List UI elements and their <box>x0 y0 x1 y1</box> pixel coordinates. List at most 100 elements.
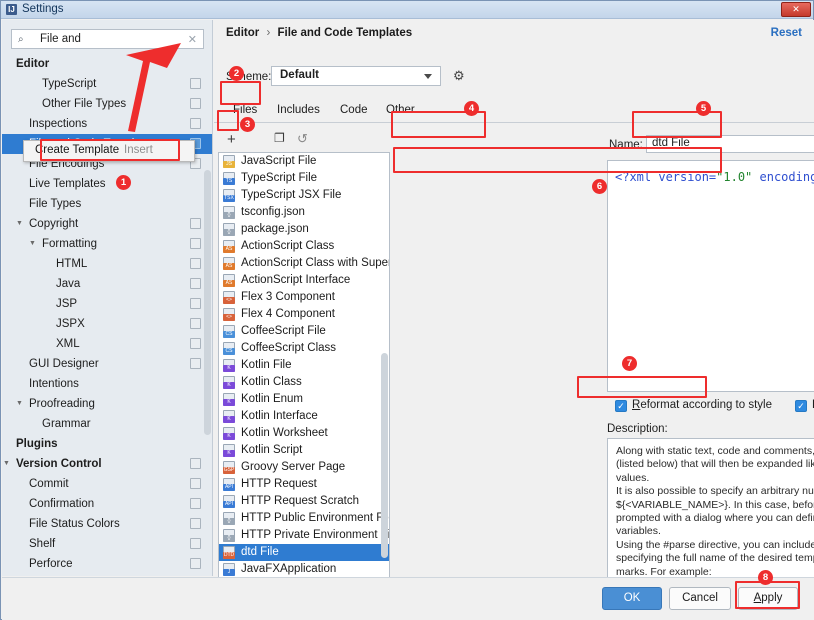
sidebar-item-file-status-colors[interactable]: File Status Colors <box>2 514 212 534</box>
file-type-badge-icon: TS <box>223 178 235 185</box>
list-item[interactable]: CS CoffeeScript File <box>219 323 389 340</box>
copy-settings-icon[interactable] <box>190 238 201 249</box>
copy-settings-icon[interactable] <box>190 518 201 529</box>
list-item[interactable]: {} HTTP Private Environment File <box>219 527 389 544</box>
annotation-arrow-search <box>126 43 181 132</box>
breadcrumb-parent[interactable]: Editor <box>226 27 259 39</box>
list-item[interactable]: TSX TypeScript JSX File <box>219 187 389 204</box>
copy-settings-icon[interactable] <box>190 558 201 569</box>
reset-link[interactable]: Reset <box>771 27 802 39</box>
list-item[interactable]: API HTTP Request Scratch <box>219 493 389 510</box>
sidebar-item-shelf[interactable]: Shelf <box>2 534 212 554</box>
copy-settings-icon[interactable] <box>190 338 201 349</box>
live-templates-checkbox[interactable]: ✓ <box>795 400 807 412</box>
sidebar-item-label: File Status Colors <box>29 518 120 530</box>
list-item[interactable]: AS ActionScript Class <box>219 238 389 255</box>
list-item[interactable]: K Kotlin Worksheet <box>219 425 389 442</box>
list-item-label: Flex 4 Component <box>241 308 335 320</box>
list-item-label: JavaFXApplication <box>241 563 337 575</box>
sidebar-item-intentions[interactable]: Intentions <box>2 374 212 394</box>
sidebar-item-confirmation[interactable]: Confirmation <box>2 494 212 514</box>
reformat-checkbox[interactable]: ✓ <box>615 400 627 412</box>
sidebar-item-file-types[interactable]: File Types <box>2 194 212 214</box>
copy-settings-icon[interactable] <box>190 258 201 269</box>
list-item[interactable]: {} package.json <box>219 221 389 238</box>
sidebar-item-formatting[interactable]: ▼ Formatting <box>2 234 212 254</box>
chevron-down-icon[interactable]: ▼ <box>3 454 10 474</box>
list-item[interactable]: K Kotlin Script <box>219 442 389 459</box>
list-item-label: Groovy Server Page <box>241 461 346 473</box>
sidebar-item-live-templates[interactable]: Live Templates <box>2 174 212 194</box>
template-list[interactable]: JS JavaScript File TS TypeScript File TSX Typ… <box>218 152 390 590</box>
copy-settings-icon[interactable] <box>190 218 201 229</box>
list-item[interactable]: CS CoffeeScript Class <box>219 340 389 357</box>
template-code-editor[interactable]: <?xml version="1.0" encoding="UTF-8"?> <box>607 160 814 392</box>
gear-icon[interactable]: ⚙ <box>453 68 468 83</box>
list-item[interactable]: AS ActionScript Class with Supers <box>219 255 389 272</box>
plus-icon[interactable]: + <box>227 131 236 148</box>
sidebar-item-html[interactable]: HTML <box>2 254 212 274</box>
list-item[interactable]: JS JavaScript File <box>219 153 389 170</box>
file-type-badge-icon: GSP <box>223 467 235 474</box>
file-type-badge-icon: K <box>223 399 235 406</box>
sidebar-item-copyright[interactable]: ▼ Copyright <box>2 214 212 234</box>
description-box[interactable]: Along with static text, code and comment… <box>607 438 814 590</box>
copy-icon[interactable]: ❐ <box>274 131 285 145</box>
list-item[interactable]: GSP Groovy Server Page <box>219 459 389 476</box>
sidebar-item-label: Intentions <box>29 378 79 390</box>
sidebar-item-gui-designer[interactable]: GUI Designer <box>2 354 212 374</box>
undo-icon[interactable]: ↺ <box>297 131 308 147</box>
chevron-down-icon[interactable]: ▼ <box>16 214 23 234</box>
sidebar-item-version-control[interactable]: ▼ Version Control <box>2 454 212 474</box>
copy-settings-icon[interactable] <box>190 318 201 329</box>
copy-settings-icon[interactable] <box>190 298 201 309</box>
sidebar-item-java[interactable]: Java <box>2 274 212 294</box>
copy-settings-icon[interactable] <box>190 478 201 489</box>
sidebar-item-label: Proofreading <box>29 398 95 410</box>
sidebar-item-xml[interactable]: XML <box>2 334 212 354</box>
list-item[interactable]: API HTTP Request <box>219 476 389 493</box>
list-item[interactable]: {} tsconfig.json <box>219 204 389 221</box>
cancel-button[interactable]: Cancel <box>669 587 731 610</box>
list-item[interactable]: K Kotlin Enum <box>219 391 389 408</box>
copy-settings-icon[interactable] <box>190 458 201 469</box>
list-item[interactable]: J JavaFXApplication <box>219 561 389 578</box>
sidebar-item-jsp[interactable]: JSP <box>2 294 212 314</box>
chevron-down-icon[interactable]: ▼ <box>16 394 23 414</box>
copy-settings-icon[interactable] <box>190 358 201 369</box>
scheme-value: Default <box>280 69 319 81</box>
file-type-badge-icon: CS <box>223 348 235 355</box>
sidebar-item-jspx[interactable]: JSPX <box>2 314 212 334</box>
copy-settings-icon[interactable] <box>190 278 201 289</box>
close-icon[interactable]: ✕ <box>781 2 811 17</box>
list-item[interactable]: {} HTTP Public Environment File <box>219 510 389 527</box>
list-item[interactable]: <> Flex 3 Component <box>219 289 389 306</box>
tab-code[interactable]: Code <box>331 99 377 123</box>
title-bar: IJ Settings ✕ <box>1 1 813 19</box>
list-item[interactable]: DTD dtd File <box>219 544 389 561</box>
list-item[interactable]: <> Flex 4 Component <box>219 306 389 323</box>
file-type-badge-icon: {} <box>223 229 235 236</box>
annotation-badge-6: 6 <box>592 179 607 194</box>
list-item[interactable]: AS ActionScript Interface <box>219 272 389 289</box>
list-item[interactable]: K Kotlin File <box>219 357 389 374</box>
sidebar-item-perforce[interactable]: Perforce <box>2 554 212 574</box>
sidebar-item-label: GUI Designer <box>29 358 99 370</box>
tab-includes[interactable]: Includes <box>268 99 329 123</box>
sidebar-item-grammar[interactable]: Grammar <box>2 414 212 434</box>
sidebar-item-proofreading[interactable]: ▼ Proofreading <box>2 394 212 414</box>
copy-settings-icon[interactable] <box>190 538 201 549</box>
sidebar-item-commit[interactable]: Commit <box>2 474 212 494</box>
template-list-scrollbar[interactable] <box>381 353 388 558</box>
list-item[interactable]: TS TypeScript File <box>219 170 389 187</box>
copy-settings-icon[interactable] <box>190 498 201 509</box>
reformat-label: Reformat according to style <box>632 399 772 411</box>
list-item[interactable]: K Kotlin Class <box>219 374 389 391</box>
sidebar-scrollbar[interactable] <box>204 170 211 435</box>
list-item[interactable]: K Kotlin Interface <box>219 408 389 425</box>
sidebar-item-plugins[interactable]: Plugins <box>2 434 212 454</box>
list-item-label: HTTP Request Scratch <box>241 495 360 507</box>
ok-button[interactable]: OK <box>602 587 662 610</box>
chevron-down-icon[interactable]: ▼ <box>29 234 36 254</box>
scheme-dropdown[interactable]: Default <box>271 66 441 86</box>
